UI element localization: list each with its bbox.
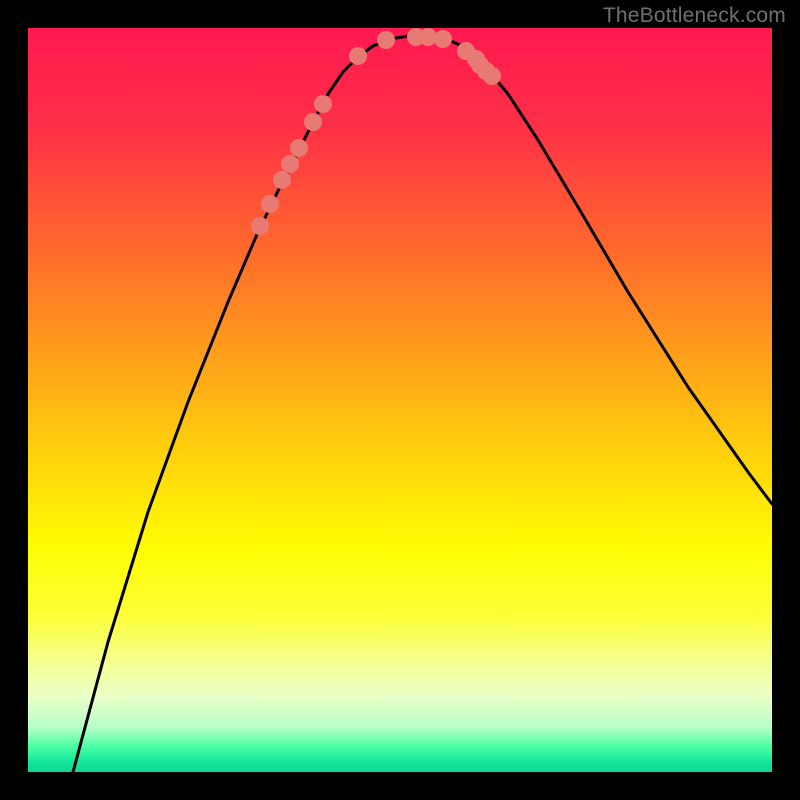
chart-frame: TheBottleneck.com [0, 0, 800, 800]
data-point [349, 47, 367, 65]
data-point [377, 31, 395, 49]
data-point [290, 139, 308, 157]
data-point [273, 171, 291, 189]
watermark-text: TheBottleneck.com [603, 4, 786, 28]
data-point [314, 95, 332, 113]
data-point [281, 155, 299, 173]
curve-layer [28, 28, 772, 772]
data-point [251, 217, 269, 235]
data-point [261, 195, 279, 213]
data-point [304, 113, 322, 131]
bottleneck-curve [73, 36, 772, 772]
plot-area [28, 28, 772, 772]
data-point [434, 30, 452, 48]
data-point [483, 67, 501, 85]
highlighted-points [251, 28, 501, 235]
